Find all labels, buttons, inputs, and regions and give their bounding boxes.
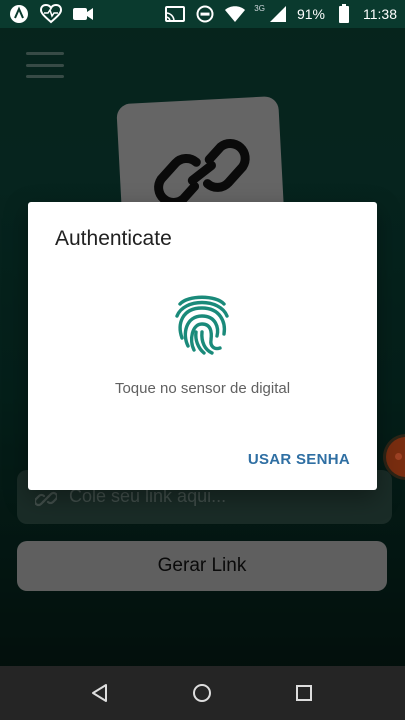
signal-icon <box>267 4 289 24</box>
battery-icon <box>333 4 355 24</box>
navigation-bar <box>0 666 405 720</box>
status-bar: 3G 91% 11:38 <box>0 0 405 28</box>
recents-square-icon[interactable] <box>292 681 316 705</box>
clock: 11:38 <box>363 6 397 22</box>
status-bar-left <box>8 4 94 24</box>
usar-senha-button[interactable]: USAR SENHA <box>248 451 350 468</box>
cast-icon <box>164 4 186 24</box>
authenticate-dialog: Authenticate Toque no sensor de digital … <box>28 202 377 490</box>
home-circle-icon[interactable] <box>190 681 214 705</box>
heart-pulse-icon <box>40 4 62 24</box>
battery-percent: 91% <box>296 6 325 22</box>
do-not-disturb-icon <box>194 4 216 24</box>
fingerprint-icon <box>175 295 229 355</box>
back-triangle-icon[interactable] <box>88 681 112 705</box>
status-bar-right: 3G 91% 11:38 <box>164 4 397 24</box>
dialog-message: Toque no sensor de digital <box>114 380 291 397</box>
wifi-icon <box>224 4 246 24</box>
dialog-title: Authenticate <box>55 227 172 250</box>
video-camera-icon <box>72 4 94 24</box>
network-type: 3G <box>254 3 265 13</box>
app-a-icon <box>8 4 30 24</box>
app-screen: 3G 91% 11:38 Cole seu link aqui... Gerar… <box>0 0 405 720</box>
